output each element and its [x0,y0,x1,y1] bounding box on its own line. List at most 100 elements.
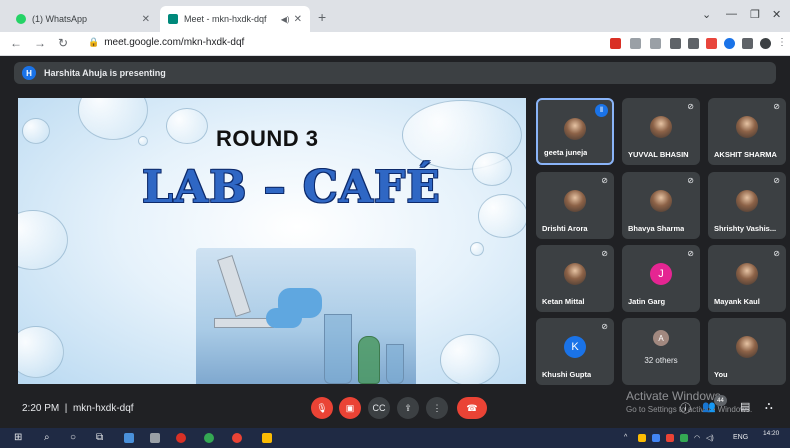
mic-muted-icon: ⊘ [687,249,694,258]
app-icon[interactable] [262,433,272,443]
participant-avatar [736,336,758,358]
participant-tile[interactable]: ⊘ Shrishty Vashis... [708,172,786,239]
participant-name: Khushi Gupta [542,370,592,379]
taskbar-clock[interactable]: 14:20 [763,430,779,438]
participant-tile[interactable]: ⊘ Mayank Kaul [708,245,786,312]
tray-app-icon[interactable] [638,434,646,442]
restore-button[interactable]: ❐ [750,8,760,21]
lock-icon: 🔒 [88,37,100,47]
participant-tile[interactable]: ⊘ Ketan Mittal [536,245,614,312]
activities-icon[interactable]: ⛬ [765,400,773,413]
new-tab-button[interactable]: + [318,9,326,25]
minimize-button[interactable]: — [726,8,737,20]
water-drop [22,118,50,144]
chat-icon[interactable]: ▤ [740,400,750,413]
participant-tile[interactable]: A 32 others [622,318,700,385]
mic-muted-icon: ⊘ [773,102,780,111]
tab-whatsapp[interactable]: (1) WhatsApp ✕ [8,6,158,32]
camera-indicator-icon[interactable] [610,38,621,49]
water-drop [18,326,64,378]
participant-name: Bhavya Sharma [628,224,685,233]
tray-expand-icon[interactable]: ^ [624,434,627,441]
gloved-hand [266,308,302,328]
tray-app-icon[interactable] [652,434,660,442]
participant-name: Jatin Garg [628,297,666,306]
task-view-icon[interactable]: ⧉ [96,432,103,443]
participant-tile[interactable]: ⊘ Drishti Arora [536,172,614,239]
app-icon[interactable] [150,433,160,443]
slide-title: LAB – CAFÉ [142,162,441,213]
url-field[interactable]: 🔒 meet.google.com/mkn-hxdk-dqf [88,37,244,48]
reload-button[interactable]: ↻ [58,36,68,50]
water-drop [470,242,484,256]
extension-icon[interactable] [670,38,681,49]
others-count-label: 32 others [644,356,678,365]
mic-muted-icon: ⊘ [601,249,608,258]
speaking-indicator-icon: ⦀ [595,104,608,117]
language-indicator[interactable]: ENG [733,434,748,441]
lab-photo [196,248,416,384]
extension-icon[interactable] [724,38,735,49]
file-explorer-icon[interactable] [124,433,134,443]
participant-avatar [736,116,758,138]
participant-avatar: J [650,263,672,285]
speaker-icon[interactable]: ◀) [281,15,290,24]
whatsapp-icon [16,14,26,24]
windows-taskbar: ⊞ ⌕ ○ ⧉ ^ ◠ ◁) ENG 14:20 [0,428,790,448]
mic-off-button[interactable]: 🎙 [311,397,333,419]
share-icon[interactable] [630,38,641,49]
extension-icon[interactable] [688,38,699,49]
pocket-icon[interactable] [706,38,717,49]
participant-tile[interactable]: ⊘ J Jatin Garg [622,245,700,312]
participant-tile[interactable]: ⊘ YUVVAL BHASIN [622,98,700,165]
info-icon[interactable]: ⓘ [680,400,691,416]
tab-meet[interactable]: Meet - mkn-hxdk-dqf ◀) ✕ [160,6,310,32]
participant-name: Ketan Mittal [542,297,585,306]
close-tab-icon[interactable]: ✕ [142,14,150,25]
tray-app-icon[interactable] [680,434,688,442]
participant-tile[interactable]: ⊘ AKSHIT SHARMA [708,98,786,165]
browser-tab-strip: (1) WhatsApp ✕ Meet - mkn-hxdk-dqf ◀) ✕ … [0,0,790,32]
tab-search-icon[interactable]: ⌄ [702,8,711,21]
wifi-icon[interactable]: ◠ [694,434,700,442]
green-flask [358,336,380,384]
flask [324,314,352,384]
close-window-button[interactable]: ✕ [772,8,781,21]
app-icon[interactable] [204,433,214,443]
tab-title: (1) WhatsApp [32,14,88,24]
present-now-button[interactable]: ⇪ [397,397,419,419]
meeting-code: mkn-hxdk-dqf [72,403,134,414]
more-options-button[interactable]: ⋮ [426,397,448,419]
search-icon[interactable]: ⌕ [44,432,50,443]
chrome-icon[interactable] [232,433,242,443]
water-drop [166,108,208,144]
microscope [214,318,274,328]
close-tab-icon[interactable]: ✕ [294,14,302,25]
menu-icon[interactable]: ⋮ [777,37,787,48]
cortana-icon[interactable]: ○ [70,432,76,443]
participant-tile[interactable]: You [708,318,786,385]
meeting-time: 2:20 PM [22,403,60,414]
tray-app-icon[interactable] [666,434,674,442]
volume-icon[interactable]: ◁) [706,434,714,442]
participant-tile[interactable]: ⊘ Bhavya Sharma [622,172,700,239]
captions-button[interactable]: CC [368,397,390,419]
bookmark-star-icon[interactable] [650,38,661,49]
forward-button[interactable]: → [34,36,46,50]
windows-start-icon[interactable]: ⊞ [14,432,22,443]
camera-off-button[interactable]: ▣ [339,397,361,419]
back-button[interactable]: ← [10,36,22,50]
app-icon[interactable] [176,433,186,443]
profile-avatar[interactable] [760,38,771,49]
participant-tile[interactable]: ⊘ K Khushi Gupta [536,318,614,385]
water-drop [478,194,526,238]
puzzle-icon[interactable] [742,38,753,49]
participant-count-badge: 44 [714,395,727,406]
participant-avatar [564,118,586,140]
presentation-slide: ROUND 3 LAB – CAFÉ [18,98,526,384]
microscope [217,254,251,318]
meeting-info: 2:20 PM | mkn-hxdk-dqf [22,403,134,414]
water-drop [472,152,512,186]
participant-tile[interactable]: ⦀ geeta juneja [536,98,614,165]
leave-call-button[interactable]: ☎ [457,397,487,419]
